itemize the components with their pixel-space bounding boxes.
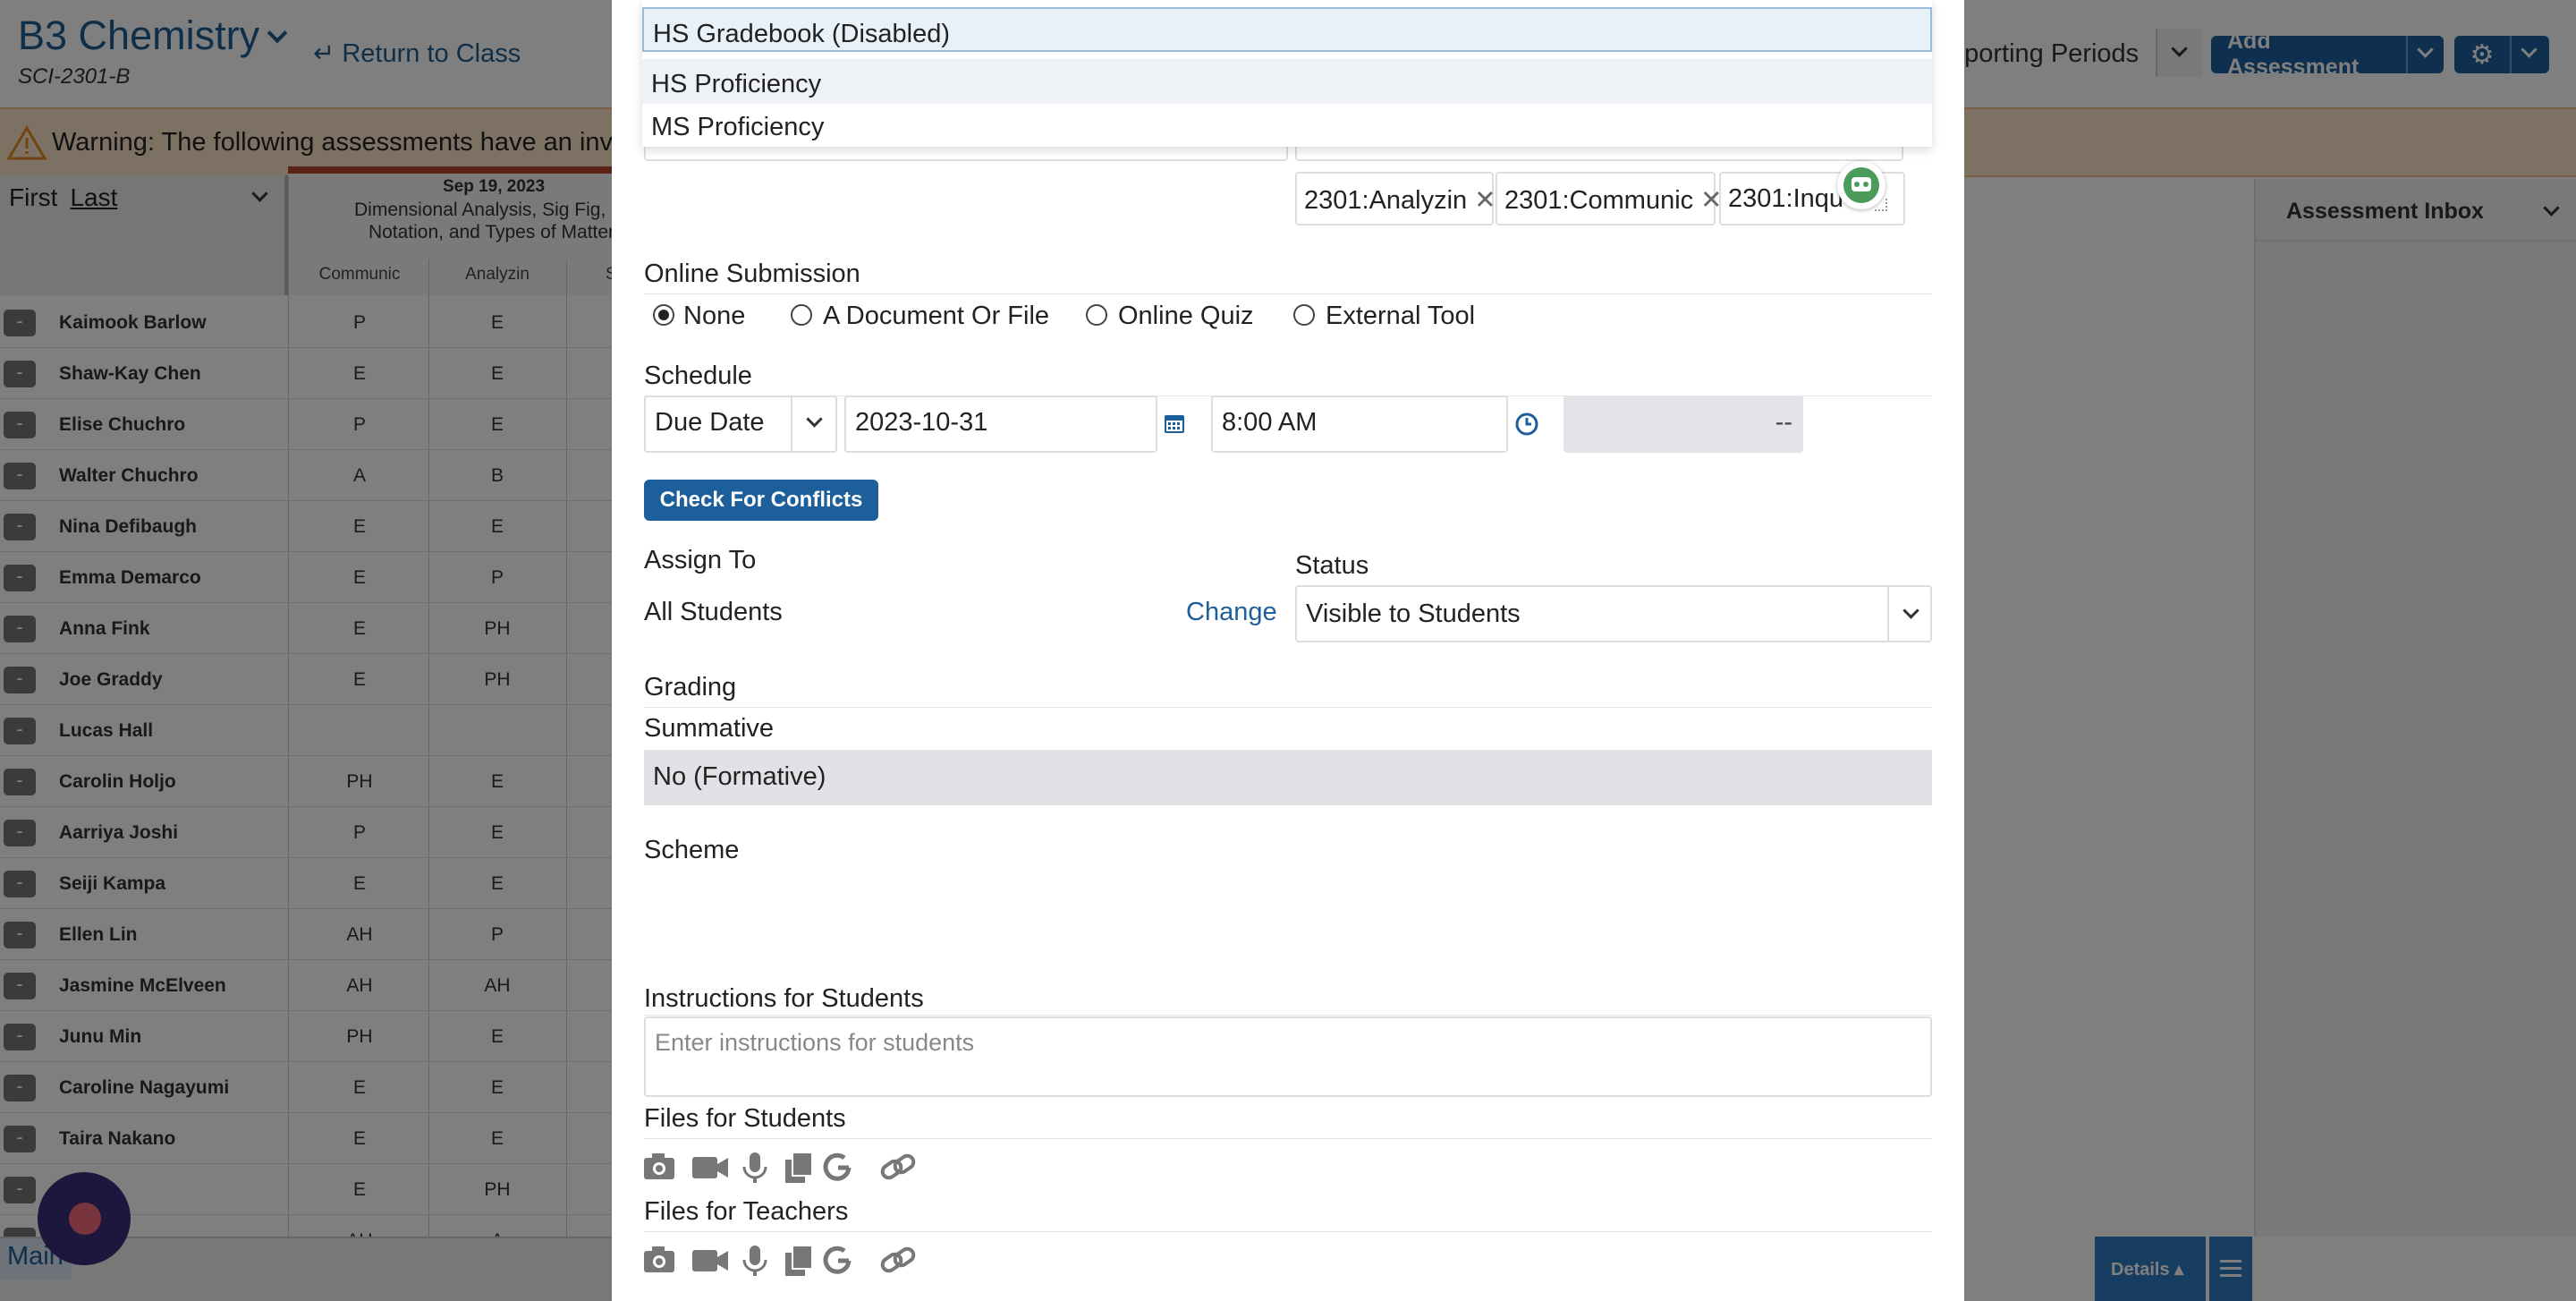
video-icon[interactable]	[692, 1157, 728, 1178]
radio-online-quiz[interactable]	[1086, 304, 1107, 326]
files-teachers-label: Files for Teachers	[644, 1197, 849, 1226]
link-icon[interactable]	[880, 1246, 916, 1273]
copy-icon[interactable]	[785, 1245, 813, 1276]
radio-external-tool-label[interactable]: External Tool	[1326, 302, 1475, 331]
resize-handle[interactable]	[1875, 199, 1887, 211]
duration-field[interactable]: --	[1563, 395, 1803, 453]
assign-to-label: Assign To	[644, 546, 757, 574]
summative-select[interactable]: No (Formative)	[644, 750, 1932, 805]
remove-icon[interactable]: ✕	[1474, 186, 1496, 215]
change-assign-link[interactable]: Change	[1186, 598, 1277, 627]
clock-icon[interactable]	[1514, 412, 1539, 437]
instructions-textarea[interactable]: Enter instructions for students	[644, 1016, 1932, 1097]
gradebook-option-hs-proficiency[interactable]: HS Proficiency	[642, 59, 1932, 104]
due-date-input[interactable]: 2023-10-31	[844, 395, 1157, 453]
instructions-label: Instructions for Students	[644, 984, 924, 1013]
scheme-label: Scheme	[644, 836, 740, 864]
divider	[644, 1015, 1932, 1016]
radio-document[interactable]	[791, 304, 812, 326]
online-submission-label: Online Submission	[644, 259, 860, 288]
schedule-type-dropdown[interactable]	[791, 395, 837, 453]
due-time-input[interactable]: 8:00 AM	[1211, 395, 1508, 453]
standard-tag[interactable]: 2301:Communic ✕	[1496, 172, 1722, 225]
radio-online-quiz-label[interactable]: Online Quiz	[1118, 302, 1254, 331]
gradebook-option-ms-proficiency[interactable]: MS Proficiency	[642, 102, 1932, 147]
teacher-file-icons	[644, 1245, 916, 1276]
chevron-down-icon	[1902, 602, 1919, 619]
microphone-icon[interactable]	[742, 1246, 767, 1276]
status-select[interactable]: Visible to Students	[1295, 585, 1932, 642]
check-conflicts-button[interactable]: Check For Conflicts	[644, 480, 878, 521]
copy-icon[interactable]	[785, 1152, 813, 1183]
divider	[644, 707, 1932, 708]
radio-none[interactable]	[653, 304, 674, 326]
radio-external-tool[interactable]	[1293, 304, 1315, 326]
status-dropdown[interactable]	[1887, 585, 1932, 642]
assign-to-value: All Students	[644, 598, 783, 626]
radio-none-label[interactable]: None	[683, 302, 745, 331]
student-file-icons	[644, 1152, 916, 1183]
video-icon[interactable]	[692, 1250, 728, 1271]
google-icon[interactable]	[823, 1246, 852, 1274]
divider	[644, 1138, 1932, 1139]
gradebook-option-hs-gradebook[interactable]: HS Gradebook (Disabled)	[642, 7, 1932, 52]
summative-label: Summative	[644, 714, 775, 743]
google-icon[interactable]	[823, 1152, 852, 1181]
camera-icon[interactable]	[644, 1246, 674, 1272]
schedule-label: Schedule	[644, 361, 752, 390]
grading-label: Grading	[644, 673, 737, 702]
calendar-icon[interactable]	[1163, 412, 1186, 435]
chevron-down-icon	[806, 411, 823, 428]
standard-tag[interactable]: 2301:Analyzin ✕	[1295, 172, 1496, 225]
divider	[644, 293, 1932, 294]
link-icon[interactable]	[880, 1153, 916, 1180]
divider	[644, 1231, 1932, 1232]
status-label: Status	[1295, 551, 1369, 580]
camera-icon[interactable]	[644, 1153, 674, 1179]
radio-document-label[interactable]: A Document Or File	[823, 302, 1049, 331]
microphone-icon[interactable]	[742, 1152, 767, 1183]
files-students-label: Files for Students	[644, 1104, 846, 1133]
